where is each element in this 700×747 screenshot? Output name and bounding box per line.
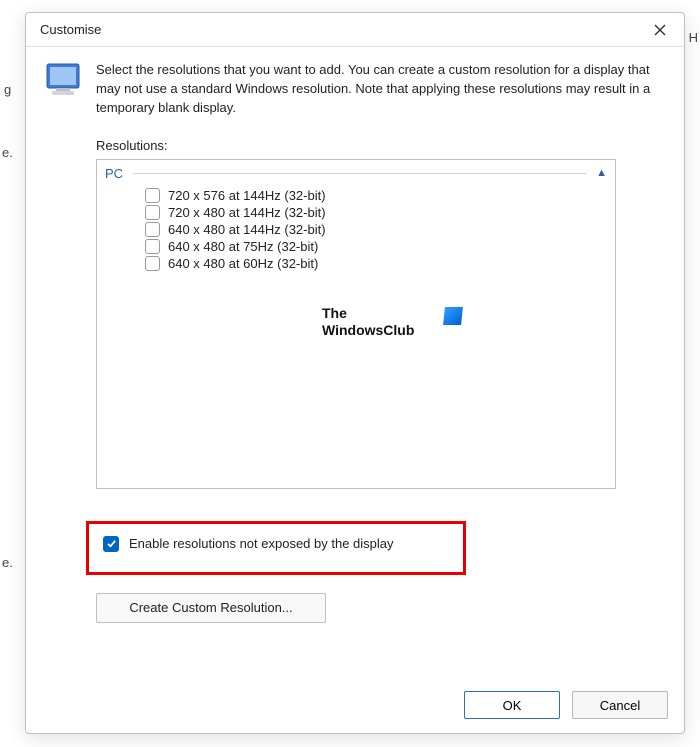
resolution-item[interactable]: 640 x 480 at 75Hz (32-bit) bbox=[103, 238, 609, 255]
annotation-highlight: Enable resolutions not exposed by the di… bbox=[86, 521, 466, 575]
intro-text: Select the resolutions that you want to … bbox=[96, 61, 664, 118]
dialog-footer: OK Cancel bbox=[26, 683, 684, 733]
resolution-label: 640 x 480 at 144Hz (32-bit) bbox=[168, 222, 326, 237]
resolution-item[interactable]: 640 x 480 at 144Hz (32-bit) bbox=[103, 221, 609, 238]
resolutions-label: Resolutions: bbox=[96, 138, 664, 153]
customise-dialog: Customise Select the resolutions that yo… bbox=[25, 12, 685, 734]
checkbox-icon[interactable] bbox=[145, 188, 160, 203]
group-name: PC bbox=[105, 166, 123, 181]
resolution-label: 720 x 480 at 144Hz (32-bit) bbox=[168, 205, 326, 220]
resolution-label: 640 x 480 at 60Hz (32-bit) bbox=[168, 256, 318, 271]
checkbox-icon[interactable] bbox=[145, 256, 160, 271]
bg-text: g bbox=[4, 82, 11, 97]
checkbox-icon[interactable] bbox=[145, 205, 160, 220]
resolution-label: 720 x 576 at 144Hz (32-bit) bbox=[168, 188, 326, 203]
resolutions-listbox[interactable]: PC ▲ 720 x 576 at 144Hz (32-bit) 720 x 4… bbox=[96, 159, 616, 489]
create-custom-resolution-button[interactable]: Create Custom Resolution... bbox=[96, 593, 326, 623]
resolution-item[interactable]: 720 x 576 at 144Hz (32-bit) bbox=[103, 187, 609, 204]
resolution-item[interactable]: 720 x 480 at 144Hz (32-bit) bbox=[103, 204, 609, 221]
monitor-icon bbox=[46, 63, 82, 97]
intro-row: Select the resolutions that you want to … bbox=[46, 61, 664, 118]
dialog-title: Customise bbox=[40, 22, 101, 37]
close-icon bbox=[654, 24, 666, 36]
watermark: The WindowsClub bbox=[322, 305, 462, 340]
group-header-pc[interactable]: PC ▲ bbox=[103, 164, 609, 187]
checkbox-checked-icon bbox=[103, 536, 119, 552]
checkbox-icon[interactable] bbox=[145, 239, 160, 254]
titlebar: Customise bbox=[26, 13, 684, 47]
ok-button[interactable]: OK bbox=[464, 691, 560, 719]
watermark-logo-icon bbox=[443, 307, 463, 325]
cancel-button[interactable]: Cancel bbox=[572, 691, 668, 719]
dialog-body: Select the resolutions that you want to … bbox=[26, 47, 684, 683]
resolution-label: 640 x 480 at 75Hz (32-bit) bbox=[168, 239, 318, 254]
close-button[interactable] bbox=[646, 16, 674, 44]
resolution-item[interactable]: 640 x 480 at 60Hz (32-bit) bbox=[103, 255, 609, 272]
bg-text: e. bbox=[2, 145, 13, 160]
checkbox-icon[interactable] bbox=[145, 222, 160, 237]
enable-resolutions-checkbox[interactable]: Enable resolutions not exposed by the di… bbox=[103, 536, 449, 552]
group-divider bbox=[133, 173, 586, 174]
enable-resolutions-label: Enable resolutions not exposed by the di… bbox=[129, 536, 394, 551]
bg-text: e. bbox=[2, 555, 13, 570]
watermark-text: The WindowsClub bbox=[322, 305, 414, 340]
chevron-up-icon: ▲ bbox=[596, 167, 609, 179]
